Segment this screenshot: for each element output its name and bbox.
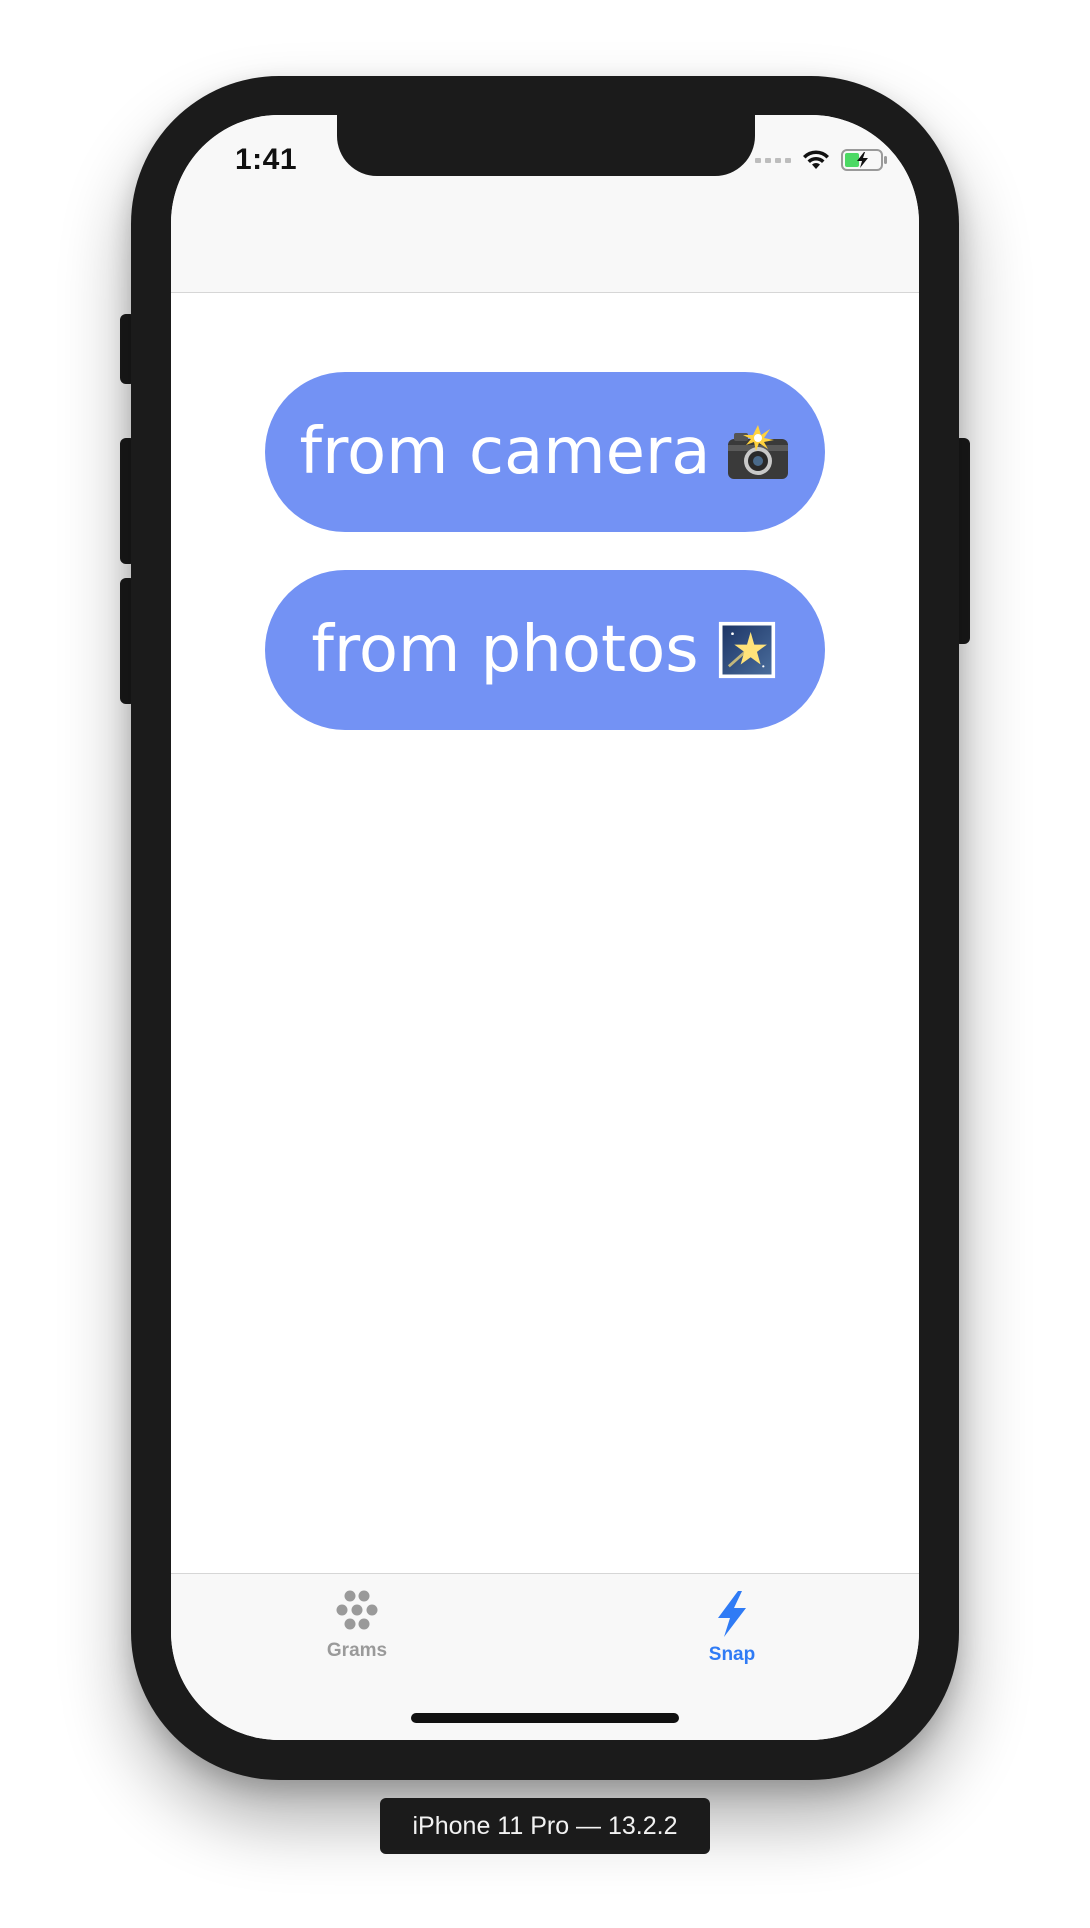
from-camera-button[interactable]: from camera [265, 372, 825, 532]
camera-flash-icon [728, 425, 789, 479]
tab-snap-label: Snap [708, 1644, 756, 1665]
tab-grams-label: Grams [326, 1640, 388, 1661]
main-content: from camera from photos [171, 293, 919, 1573]
notch [337, 115, 755, 176]
simulator-stage: 1:41 from camera from photos Grams Snap … [0, 0, 1090, 1928]
simulator-device-label: iPhone 11 Pro — 13.2.2 [380, 1798, 710, 1854]
tab-grams[interactable]: Grams [297, 1590, 417, 1662]
night-stars-photo-icon [718, 621, 775, 679]
wifi-icon [803, 150, 829, 169]
from-photos-label: from photos [311, 613, 699, 687]
battery-charging-icon [841, 149, 887, 171]
grams-dots-icon [336, 1590, 378, 1630]
status-icons [755, 145, 889, 175]
phone-screen: 1:41 from camera from photos Grams Snap [171, 115, 919, 1740]
lightning-bolt-icon [718, 1591, 746, 1637]
status-time: 1:41 [235, 143, 298, 176]
from-photos-button[interactable]: from photos [265, 570, 825, 730]
home-indicator [411, 1713, 679, 1723]
from-camera-label: from camera [299, 415, 711, 489]
tab-snap[interactable]: Snap [672, 1590, 792, 1666]
cellular-signal-icon [755, 157, 791, 163]
